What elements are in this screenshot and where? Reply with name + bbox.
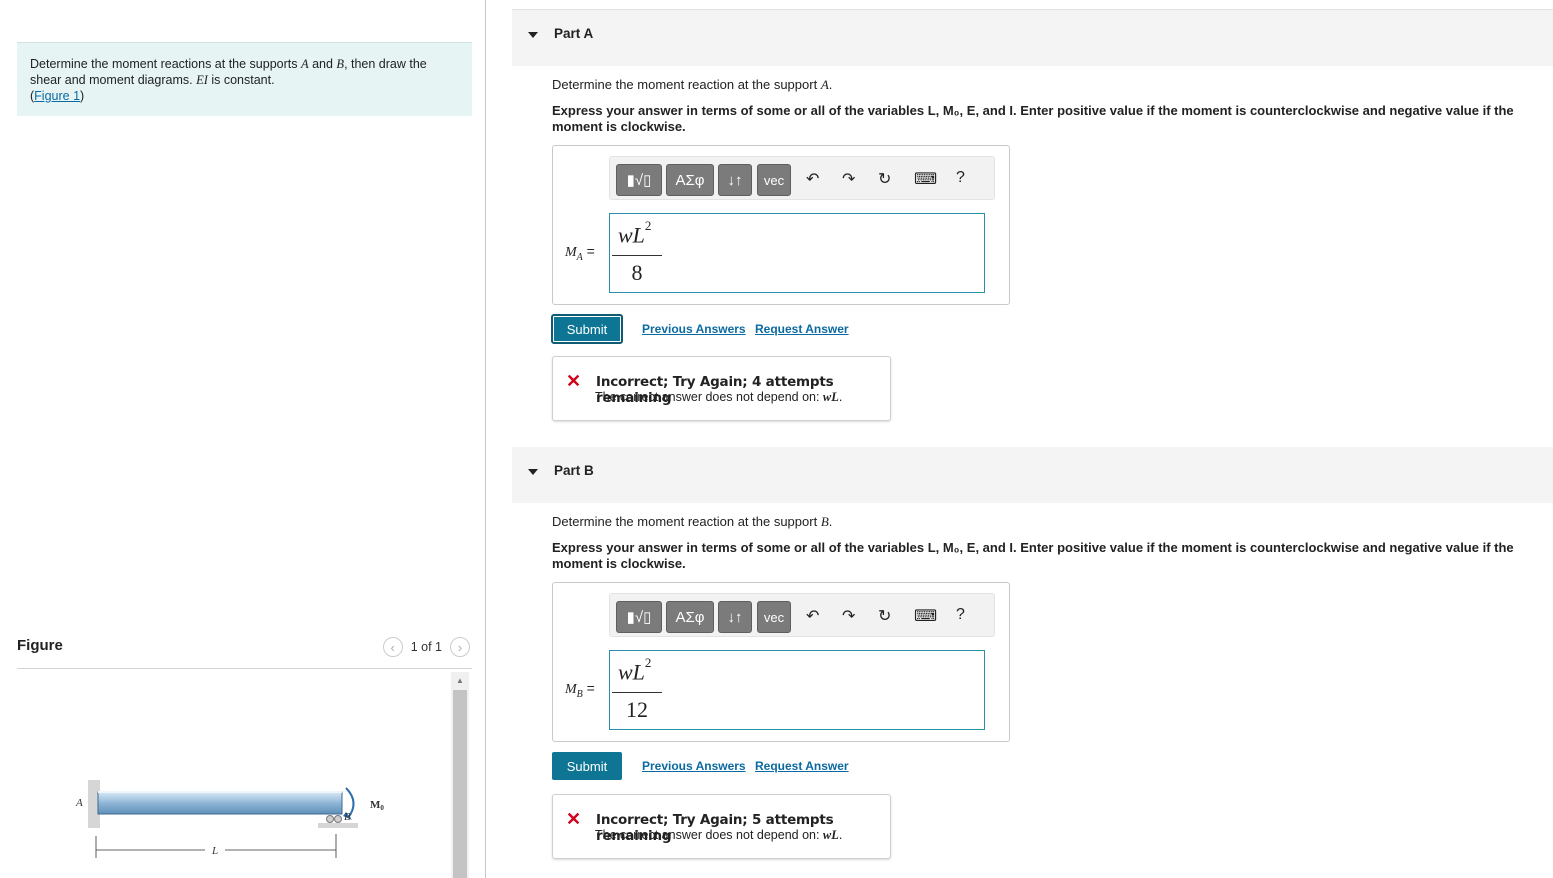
label-m0: M0: [370, 799, 384, 812]
part-a-header[interactable]: Part A: [512, 10, 1553, 66]
feedback-text: The correct answer does not depend on: w…: [595, 390, 843, 404]
undo-icon[interactable]: ↶: [806, 169, 819, 189]
part-a-lhs: MA =: [565, 243, 595, 263]
part-a-feedback: ✕ Incorrect; Try Again; 4 attempts remai…: [552, 356, 891, 421]
part-b-question: Determine the moment reaction at the sup…: [552, 514, 833, 529]
label-l: L: [211, 845, 218, 857]
redo-icon[interactable]: ↷: [842, 169, 855, 189]
greek-button[interactable]: ΑΣφ: [666, 164, 714, 196]
chevron-right-icon: ›: [457, 639, 463, 655]
reset-icon[interactable]: ↻: [878, 606, 891, 626]
part-a-request-answer-link[interactable]: Request Answer: [755, 322, 849, 336]
templates-button[interactable]: ▮√▯: [616, 601, 662, 633]
figure-title: Figure: [17, 637, 63, 654]
next-figure-button[interactable]: ›: [450, 637, 470, 657]
part-b-answer-box: ▮√▯ ΑΣφ ↓↑ vec ↶ ↷ ↻ ⌨ ? MB = wL2 12: [552, 582, 1010, 742]
part-a-previous-answers-link[interactable]: Previous Answers: [642, 322, 746, 336]
part-b-answer-input[interactable]: wL2 12: [609, 650, 985, 730]
label-b: B: [344, 811, 351, 823]
keyboard-icon[interactable]: ⌨: [914, 169, 937, 189]
label-a: A: [75, 797, 83, 809]
math-toolbar: ▮√▯ ΑΣφ ↓↑ vec ↶ ↷ ↻ ⌨ ?: [609, 156, 995, 200]
part-b-request-answer-link[interactable]: Request Answer: [755, 759, 849, 773]
reset-icon[interactable]: ↻: [878, 169, 891, 189]
part-b-lhs: MB =: [565, 680, 595, 700]
keyboard-icon[interactable]: ⌨: [914, 606, 937, 626]
previous-figure-button[interactable]: ‹: [382, 637, 403, 657]
vec-button[interactable]: vec: [757, 601, 791, 633]
part-a-question: Determine the moment reaction at the sup…: [552, 77, 833, 92]
left-panel: Determine the moment reactions at the su…: [0, 0, 486, 878]
templates-button[interactable]: ▮√▯: [616, 164, 662, 196]
roller-support-b: [326, 815, 334, 823]
part-a-instructions: Express your answer in terms of some or …: [552, 103, 1514, 134]
part-a-answer-input[interactable]: wL2 8: [609, 213, 985, 293]
part-b-instructions: Express your answer in terms of some or …: [552, 540, 1514, 571]
part-a-answer-box: ▮√▯ ΑΣφ ↓↑ vec ↶ ↷ ↻ ⌨ ? MA = wL2 8: [552, 145, 1010, 305]
scroll-up-arrow-icon[interactable]: ▲: [453, 674, 467, 688]
greek-button[interactable]: ΑΣφ: [666, 601, 714, 633]
vec-button[interactable]: vec: [757, 164, 791, 196]
collapse-triangle-icon: [528, 32, 538, 38]
beam: [97, 791, 343, 815]
part-b-submit-button[interactable]: Submit: [552, 752, 622, 780]
help-icon[interactable]: ?: [956, 606, 965, 624]
part-a-title: Part A: [554, 26, 594, 41]
redo-icon[interactable]: ↷: [842, 606, 855, 626]
figure-header: Figure ‹ 1 of 1 ›: [17, 632, 472, 669]
figure-link[interactable]: Figure 1: [34, 89, 80, 103]
problem-statement: Determine the moment reactions at the su…: [17, 42, 472, 116]
part-b-header[interactable]: Part B: [512, 447, 1553, 503]
arrows-button[interactable]: ↓↑: [718, 164, 752, 196]
figure-scrollbar-thumb[interactable]: [453, 690, 467, 878]
feedback-text: The correct answer does not depend on: w…: [595, 828, 843, 842]
math-toolbar: ▮√▯ ΑΣφ ↓↑ vec ↶ ↷ ↻ ⌨ ?: [609, 593, 995, 637]
collapse-triangle-icon: [528, 469, 538, 475]
incorrect-x-icon: ✕: [566, 371, 582, 391]
part-b-previous-answers-link[interactable]: Previous Answers: [642, 759, 746, 773]
arrows-button[interactable]: ↓↑: [718, 601, 752, 633]
chevron-left-icon: ‹: [390, 639, 395, 655]
part-a-submit-button[interactable]: Submit: [551, 314, 623, 344]
incorrect-x-icon: ✕: [566, 809, 582, 829]
part-b-title: Part B: [554, 463, 594, 478]
beam-figure: A B M0 L: [75, 780, 384, 858]
figure-pager: ‹ 1 of 1 ›: [382, 637, 470, 657]
undo-icon[interactable]: ↶: [806, 606, 819, 626]
help-icon[interactable]: ?: [956, 169, 965, 187]
part-b-feedback: ✕ Incorrect; Try Again; 5 attempts remai…: [552, 794, 891, 859]
figure-page-count: 1 of 1: [410, 640, 442, 654]
